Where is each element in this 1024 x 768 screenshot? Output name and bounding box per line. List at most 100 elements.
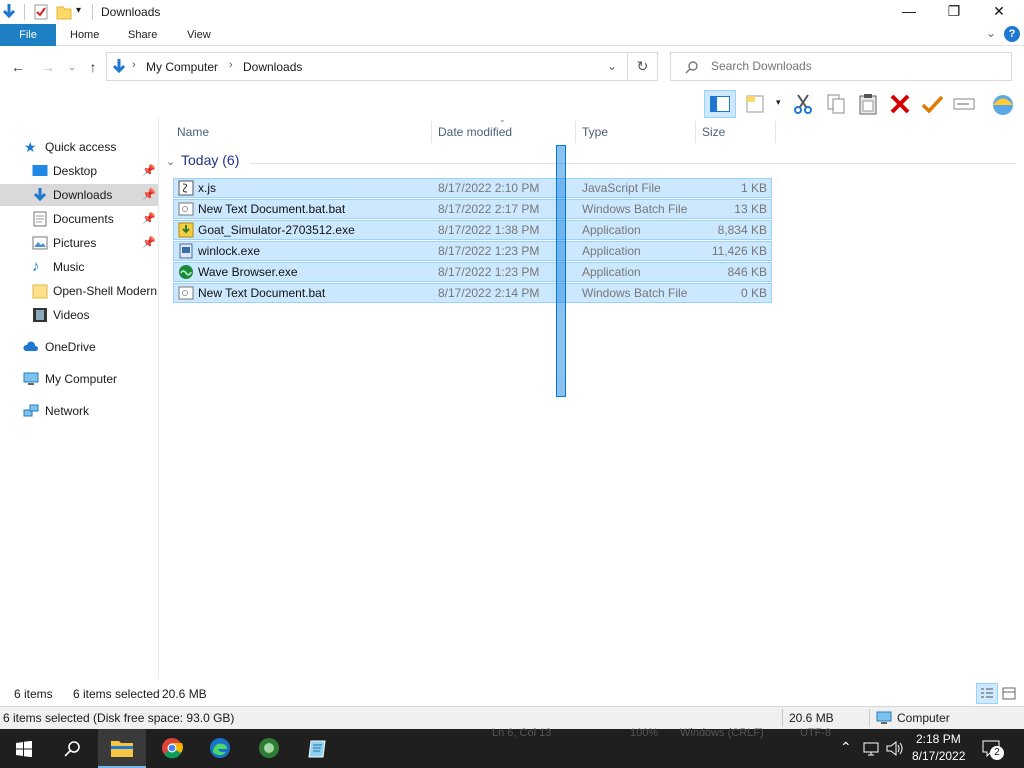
- navigation-pane-toggle-button[interactable]: [704, 90, 736, 118]
- nav-quick-access[interactable]: ★ Quick access: [0, 136, 158, 158]
- help-icon[interactable]: ?: [1004, 26, 1020, 42]
- table-row[interactable]: Wave Browser.exe 8/17/2022 1:23 PM Appli…: [173, 262, 772, 282]
- computer-icon: [876, 711, 892, 724]
- divider: [869, 709, 870, 727]
- search-icon: [685, 61, 698, 74]
- breadcrumb-downloads[interactable]: Downloads: [243, 60, 302, 74]
- large-icons-view-button[interactable]: [1002, 687, 1016, 700]
- column-header-date-modified[interactable]: Date modified: [432, 121, 576, 143]
- selected-size: 20.6 MB: [162, 687, 207, 701]
- taskbar-edge[interactable]: [196, 729, 244, 768]
- layout-dropdown-icon[interactable]: ▾: [776, 97, 781, 108]
- properties-icon[interactable]: [32, 3, 50, 21]
- table-row[interactable]: x.js 8/17/2022 2:10 PM JavaScript File 1…: [173, 178, 772, 198]
- nav-label: Videos: [53, 308, 90, 322]
- open-shell-icon[interactable]: [991, 92, 1015, 116]
- column-header-type[interactable]: Type: [576, 121, 696, 143]
- refresh-button[interactable]: ↻: [628, 52, 658, 81]
- edge-dev-icon: [259, 738, 279, 758]
- tab-home[interactable]: Home: [60, 24, 109, 46]
- volume-icon[interactable]: [886, 740, 904, 757]
- nav-pictures[interactable]: Pictures 📌: [0, 232, 158, 254]
- details-view-button[interactable]: [976, 683, 998, 704]
- search-input[interactable]: [711, 59, 991, 73]
- back-button[interactable]: ←: [8, 55, 28, 79]
- nav-label: Downloads: [53, 188, 113, 202]
- layout-icon[interactable]: [744, 92, 768, 116]
- file-type: Application: [582, 265, 641, 279]
- taskbar-chrome[interactable]: [148, 729, 196, 768]
- file-date: 8/17/2022 1:38 PM: [438, 223, 540, 237]
- taskbar-notepad[interactable]: [294, 729, 342, 768]
- copy-icon[interactable]: [824, 92, 848, 116]
- app-icon: [179, 243, 193, 259]
- nav-desktop[interactable]: Desktop 📌: [0, 160, 158, 182]
- nav-label: Documents: [53, 212, 114, 226]
- nav-onedrive[interactable]: OneDrive: [0, 336, 158, 358]
- nav-my-computer[interactable]: My Computer: [0, 368, 158, 390]
- pane-icon: [710, 96, 730, 112]
- show-hidden-icons-icon[interactable]: ⌃: [840, 739, 852, 756]
- divider: [158, 118, 159, 678]
- taskbar-file-explorer[interactable]: [98, 729, 146, 768]
- close-button[interactable]: ✕: [976, 0, 1022, 24]
- file-size: 1 KB: [740, 181, 767, 195]
- windows-logo-icon: [16, 741, 32, 757]
- download-arrow-icon[interactable]: [0, 3, 18, 21]
- nav-music[interactable]: ♪ Music: [0, 256, 158, 278]
- breadcrumb-separator-icon: ›: [229, 59, 233, 71]
- group-header[interactable]: Today (6): [181, 152, 239, 168]
- address-bar[interactable]: › My Computer › Downloads ⌄: [106, 52, 628, 81]
- breadcrumb-my-computer[interactable]: My Computer: [146, 60, 218, 74]
- address-history-dropdown-icon[interactable]: ⌄: [607, 59, 617, 73]
- file-name: Goat_Simulator-2703512.exe: [198, 223, 355, 237]
- network-icon[interactable]: [862, 741, 880, 757]
- minimize-button[interactable]: —: [886, 0, 932, 24]
- file-size: 0 KB: [740, 286, 767, 300]
- action-center-button[interactable]: 2: [980, 737, 1004, 761]
- file-name: New Text Document.bat.bat: [198, 202, 346, 216]
- up-button[interactable]: ↑: [83, 55, 103, 79]
- clock-time[interactable]: 2:18 PM: [916, 732, 961, 746]
- notification-count-badge: 2: [990, 746, 1004, 760]
- file-type: Windows Batch File: [582, 286, 688, 300]
- delete-icon[interactable]: [888, 92, 912, 116]
- nav-downloads[interactable]: Downloads 📌: [0, 184, 158, 206]
- paste-icon[interactable]: [856, 92, 880, 116]
- start-button[interactable]: [0, 729, 48, 768]
- column-header-name[interactable]: Name: [171, 121, 432, 143]
- rename-icon[interactable]: [952, 92, 976, 116]
- batch-file-icon: [178, 286, 194, 300]
- maximize-button[interactable]: ❐: [931, 0, 977, 24]
- group-collapse-icon[interactable]: ⌄: [166, 155, 175, 168]
- nav-documents[interactable]: Documents 📌: [0, 208, 158, 230]
- search-box[interactable]: [670, 52, 1012, 81]
- nav-videos[interactable]: Videos: [0, 304, 158, 326]
- table-row[interactable]: New Text Document.bat.bat 8/17/2022 2:17…: [173, 199, 772, 219]
- table-row[interactable]: New Text Document.bat 8/17/2022 2:14 PM …: [173, 283, 772, 303]
- expand-ribbon-icon[interactable]: ⌄: [986, 26, 996, 40]
- file-date: 8/17/2022 2:17 PM: [438, 202, 540, 216]
- clock-date[interactable]: 8/17/2022: [912, 749, 965, 763]
- pin-icon: 📌: [142, 189, 156, 201]
- nav-open-shell-modern[interactable]: Open-Shell Modern: [0, 280, 158, 302]
- column-header-size[interactable]: Size: [696, 121, 776, 143]
- cut-icon[interactable]: [791, 92, 815, 116]
- new-folder-icon[interactable]: [55, 3, 73, 21]
- tab-share[interactable]: Share: [118, 24, 167, 46]
- table-row[interactable]: winlock.exe 8/17/2022 1:23 PM Applicatio…: [173, 241, 772, 261]
- nav-network[interactable]: Network: [0, 400, 158, 422]
- divider: [250, 163, 1016, 164]
- batch-file-icon: [178, 202, 194, 216]
- table-row[interactable]: Goat_Simulator-2703512.exe 8/17/2022 1:3…: [173, 220, 772, 240]
- customize-quick-access-icon[interactable]: ▾: [76, 5, 81, 16]
- search-button[interactable]: [48, 729, 96, 768]
- music-icon: ♪: [32, 258, 40, 275]
- properties-check-icon[interactable]: [920, 92, 944, 116]
- tab-file[interactable]: File: [0, 24, 56, 46]
- file-size: 8,834 KB: [717, 223, 767, 237]
- recent-locations-button[interactable]: ⌄: [62, 55, 82, 79]
- taskbar-edge-dev[interactable]: [245, 729, 293, 768]
- tab-view[interactable]: View: [177, 24, 221, 46]
- forward-button[interactable]: →: [38, 55, 58, 79]
